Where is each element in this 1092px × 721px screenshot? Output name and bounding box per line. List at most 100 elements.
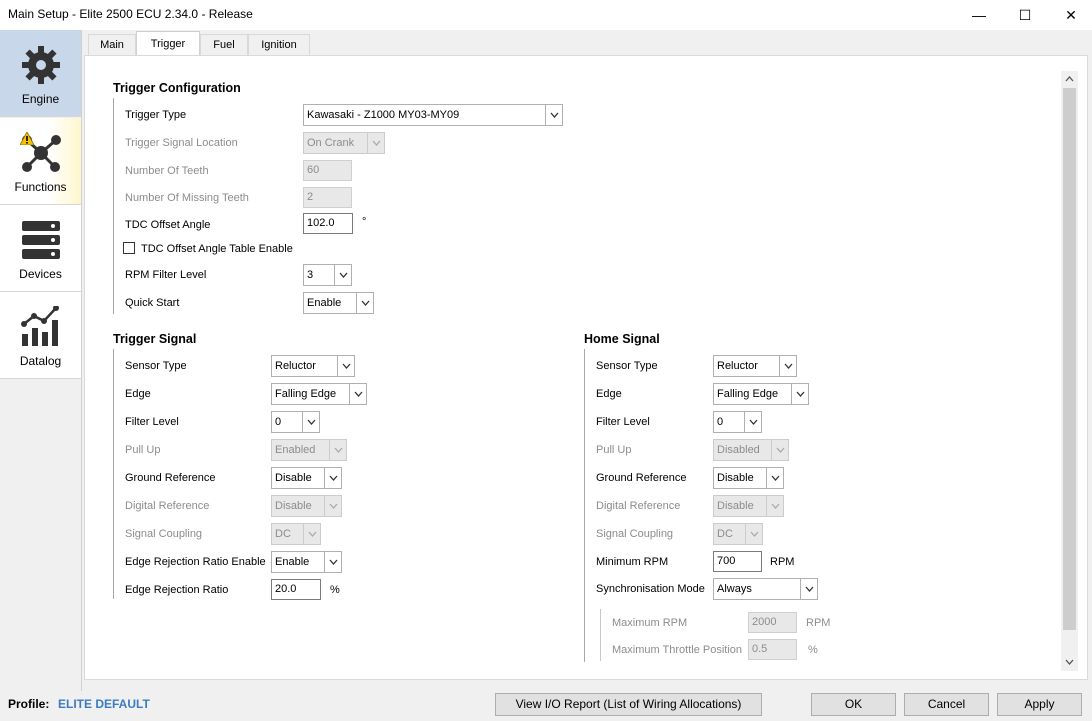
chevron-down-icon (766, 496, 783, 516)
rpm-filter-label: RPM Filter Level (125, 269, 207, 281)
ts-edge-select[interactable]: Falling Edge (271, 383, 367, 405)
chevron-down-icon (324, 468, 341, 488)
ts-sensor-type-value: Reluctor (275, 360, 316, 372)
ts-edge-rej-ratio-input[interactable]: 20.0 (271, 579, 321, 600)
ts-pull-up-select: Enabled (271, 439, 347, 461)
quick-start-select[interactable]: Enable (303, 292, 374, 314)
ts-filter-level-label: Filter Level (125, 416, 179, 428)
chevron-down-icon (745, 524, 762, 544)
tab-main[interactable]: Main (88, 34, 136, 56)
hs-min-rpm-input[interactable]: 700 (713, 551, 762, 572)
trigger-type-select[interactable]: Kawasaki - Z1000 MY03-MY09 (303, 104, 563, 126)
hs-sync-mode-select[interactable]: Always (713, 578, 818, 600)
tab-trigger[interactable]: Trigger (136, 31, 200, 57)
hs-pull-up-label: Pull Up (596, 444, 632, 456)
hs-ground-ref-label: Ground Reference (596, 472, 687, 484)
chevron-down-icon (800, 579, 817, 599)
cancel-button[interactable]: Cancel (904, 693, 989, 716)
num-teeth-input: 60 (303, 160, 352, 181)
ts-ground-ref-select[interactable]: Disable (271, 467, 342, 489)
ts-edge-rej-ratio-unit: % (330, 584, 340, 596)
hs-max-throttle-label: Maximum Throttle Position (612, 644, 743, 656)
ts-edge-label: Edge (125, 388, 151, 400)
chevron-down-icon (356, 293, 373, 313)
engine-icon (22, 46, 60, 84)
tab-fuel[interactable]: Fuel (200, 34, 248, 56)
hs-ground-ref-select[interactable]: Disable (713, 467, 784, 489)
tab-ignition[interactable]: Ignition (248, 34, 310, 56)
maximize-button[interactable]: ☐ (1002, 0, 1048, 30)
sidebar-item-label: Datalog (19, 354, 62, 368)
devices-icon (22, 221, 60, 259)
sidebar-item-devices[interactable]: Devices (0, 205, 81, 292)
rpm-filter-select[interactable]: 3 (303, 264, 352, 286)
hs-max-rpm-label: Maximum RPM (612, 617, 688, 629)
ts-filter-level-value: 0 (275, 416, 282, 428)
chevron-down-icon (302, 412, 319, 432)
chevron-down-icon (791, 384, 808, 404)
hs-sync-mode-label: Synchronisation Mode (596, 583, 705, 595)
ts-signal-coupling-value: DC (275, 528, 291, 540)
sidebar-item-datalog[interactable]: Datalog (0, 292, 81, 379)
tdc-table-checkbox[interactable] (123, 242, 135, 254)
quick-start-label: Quick Start (125, 297, 180, 309)
close-button[interactable]: ✕ (1048, 0, 1092, 30)
hs-sensor-type-label: Sensor Type (596, 360, 658, 372)
hs-edge-select[interactable]: Falling Edge (713, 383, 809, 405)
ts-edge-rej-enable-value: Enable (275, 556, 310, 568)
ok-button[interactable]: OK (811, 693, 896, 716)
hs-filter-level-label: Filter Level (596, 416, 650, 428)
hs-max-rpm-unit: RPM (806, 617, 831, 629)
apply-button[interactable]: Apply (997, 693, 1082, 716)
ts-digital-ref-value: Disable (275, 500, 312, 512)
section-divider (113, 98, 114, 314)
warning-icon (20, 132, 34, 145)
sidebar-item-engine[interactable]: Engine (0, 30, 81, 117)
hs-max-throttle-unit: % (808, 644, 818, 656)
hs-digital-ref-select: Disable (713, 495, 784, 517)
scrollbar-thumb[interactable] (1063, 88, 1076, 630)
hs-sensor-type-value: Reluctor (717, 360, 758, 372)
chevron-down-icon (766, 468, 783, 488)
hs-edge-label: Edge (596, 388, 622, 400)
signal-location-label: Trigger Signal Location (125, 137, 238, 149)
scroll-up-icon[interactable] (1065, 76, 1074, 82)
view-io-report-button[interactable]: View I/O Report (List of Wiring Allocati… (495, 693, 762, 716)
tdc-offset-unit: ° (362, 216, 367, 228)
hs-edge-value: Falling Edge (717, 388, 779, 400)
chevron-down-icon (779, 356, 796, 376)
hs-min-rpm-unit: RPM (770, 556, 795, 568)
profile-label: Profile: (8, 697, 50, 711)
trigger-type-value: Kawasaki - Z1000 MY03-MY09 (307, 109, 460, 121)
hs-pull-up-select: Disabled (713, 439, 789, 461)
chevron-down-icon (349, 384, 366, 404)
ts-edge-rej-enable-select[interactable]: Enable (271, 551, 342, 573)
ts-sensor-type-label: Sensor Type (125, 360, 187, 372)
chevron-down-icon (744, 412, 761, 432)
sidebar-item-functions[interactable]: Functions (0, 118, 81, 205)
ts-filter-level-select[interactable]: 0 (271, 411, 320, 433)
num-missing-label: Number Of Missing Teeth (125, 192, 249, 204)
ts-edge-rej-ratio-label: Edge Rejection Ratio (125, 584, 229, 596)
chevron-down-icon (545, 105, 562, 125)
hs-signal-coupling-value: DC (717, 528, 733, 540)
tdc-offset-input[interactable]: 102.0 (303, 213, 353, 234)
datalog-icon (21, 306, 59, 346)
quick-start-value: Enable (307, 297, 342, 309)
hs-sensor-type-select[interactable]: Reluctor (713, 355, 797, 377)
minimize-button[interactable]: — (956, 0, 1002, 30)
hs-digital-ref-label: Digital Reference (596, 500, 681, 512)
chevron-down-icon (771, 440, 788, 460)
chevron-down-icon (303, 524, 320, 544)
chevron-down-icon (337, 356, 354, 376)
ts-signal-coupling-select: DC (271, 523, 321, 545)
hs-max-throttle-input: 0.5 (748, 639, 797, 660)
hs-filter-level-select[interactable]: 0 (713, 411, 762, 433)
vertical-scrollbar[interactable] (1061, 71, 1078, 671)
section-title-home-signal: Home Signal (584, 332, 660, 346)
hs-min-rpm-label: Minimum RPM (596, 556, 669, 568)
scroll-down-icon[interactable] (1065, 659, 1074, 665)
signal-location-value: On Crank (307, 137, 355, 149)
ts-sensor-type-select[interactable]: Reluctor (271, 355, 355, 377)
window-title: Main Setup - Elite 2500 ECU 2.34.0 - Rel… (8, 7, 253, 21)
